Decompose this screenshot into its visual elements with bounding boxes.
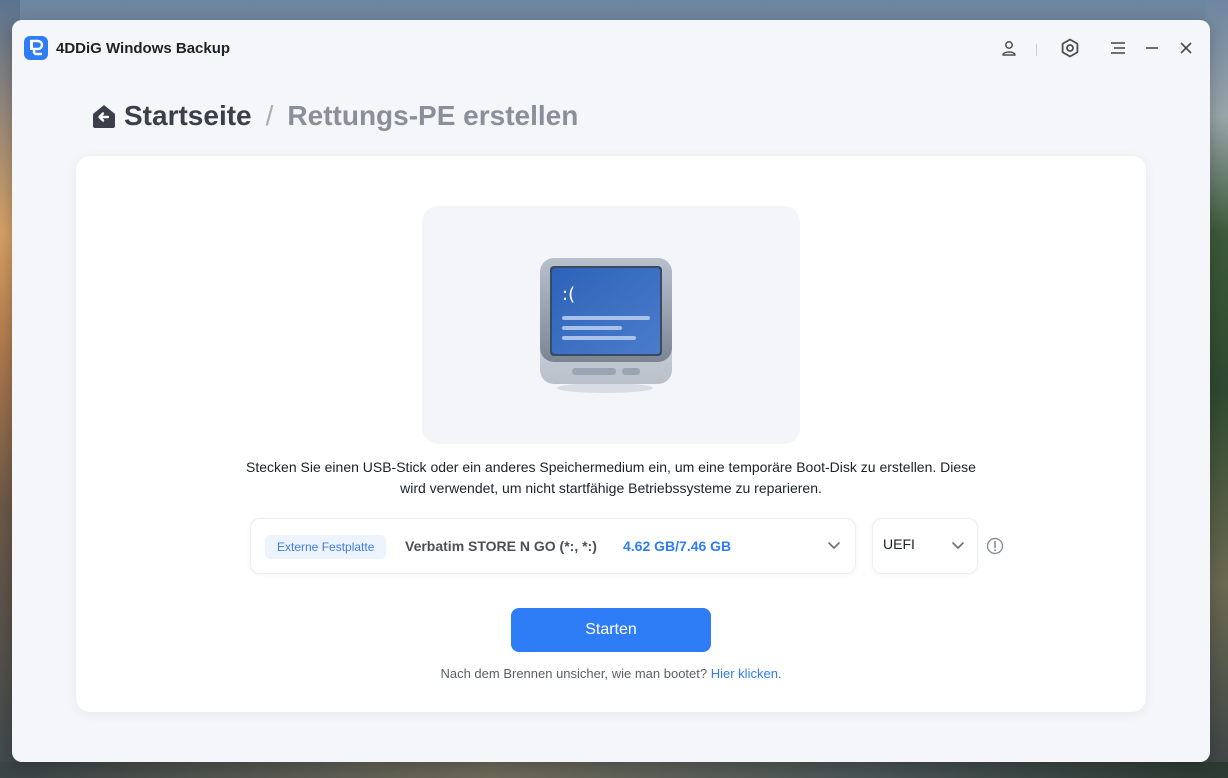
start-button[interactable]: Starten — [511, 608, 711, 652]
svg-text::(: :( — [562, 284, 575, 305]
titlebar: 4DDiG Windows Backup — [12, 20, 1210, 76]
close-icon[interactable] — [1174, 36, 1198, 60]
settings-icon[interactable] — [1058, 36, 1082, 60]
boot-hint-suffix: . — [777, 666, 782, 681]
description-text: Stecken Sie einen USB-Stick oder ein and… — [246, 459, 976, 496]
page-title: Rettungs-PE erstellen — [287, 100, 579, 131]
menu-icon[interactable] — [1106, 36, 1130, 60]
drive-select[interactable]: Externe Festplatte Verbatim STORE N GO (… — [250, 518, 856, 574]
app-title: 4DDiG Windows Backup — [56, 40, 231, 57]
illustration-panel: :( — [422, 206, 800, 444]
bsod-computer-icon: :( — [540, 258, 672, 393]
breadcrumb: Startseite / Rettungs-PE erstellen — [90, 98, 578, 134]
breadcrumb-separator: / — [265, 100, 274, 131]
titlebar-divider — [1036, 44, 1037, 56]
help-link[interactable]: Hier klicken — [711, 666, 778, 681]
home-back-icon[interactable] — [90, 102, 118, 130]
app-window: 4DDiG Windows Backup Startseite / Rettun… — [12, 20, 1210, 762]
boot-mode-select[interactable]: UEFI — [872, 518, 978, 574]
desktop-background-bottom — [0, 762, 1228, 778]
drive-type-badge: Externe Festplatte — [265, 535, 387, 559]
main-card: :( Stecken Sie einen USB-Stick oder ein … — [76, 156, 1146, 712]
drive-name: Verbatim STORE N GO (*:, *:) — [405, 538, 597, 554]
minimize-icon[interactable] — [1140, 36, 1164, 60]
breadcrumb-home[interactable]: Startseite — [124, 100, 252, 132]
app-logo-icon — [24, 36, 48, 60]
boot-hint: Nach dem Brennen unsicher, wie man boote… — [311, 666, 911, 681]
boot-hint-text: Nach dem Brennen unsicher, wie man boote… — [440, 666, 711, 681]
user-icon[interactable] — [997, 36, 1021, 60]
boot-mode-value: UEFI — [883, 536, 915, 552]
chevron-down-icon — [828, 542, 840, 549]
info-icon[interactable] — [986, 537, 1004, 555]
chevron-down-icon — [952, 542, 964, 549]
drive-capacity: 4.62 GB/7.46 GB — [623, 538, 732, 554]
